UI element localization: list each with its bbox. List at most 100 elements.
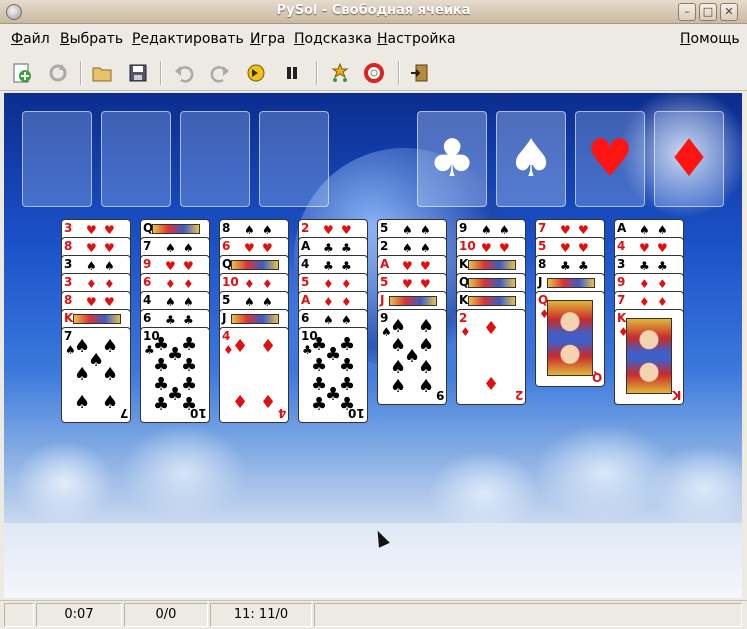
foundation-spades[interactable]: ♠: [496, 111, 566, 207]
quit-icon: [411, 64, 428, 82]
card-suit-icon: ♥: [86, 223, 97, 237]
card-suit-icon: ♣: [339, 334, 356, 355]
card-rank: 2: [459, 311, 468, 325]
card-rank: 6: [222, 239, 231, 253]
card-suit-icon: ♦: [341, 295, 352, 309]
free-cell[interactable]: [101, 111, 171, 207]
quit-button[interactable]: [408, 61, 432, 85]
menu-hint[interactable]: Подсказка: [294, 31, 372, 47]
playing-card[interactable]: 10 ♣ ♣ ♣ ♣ ♣ ♣ ♣ ♣ ♣ ♣ ♣ 10: [298, 327, 368, 423]
heart-suit-icon: ♥: [586, 129, 634, 189]
card-suit-icon: ♥: [104, 241, 115, 255]
card-suit-icon: ♦: [657, 295, 668, 309]
minimize-button[interactable]: –: [678, 3, 696, 21]
card-suit-icon: ♠: [481, 223, 492, 237]
free-cell[interactable]: [259, 111, 329, 207]
menu-select[interactable]: Выбрать: [60, 31, 123, 47]
card-suit-icon: ♦: [260, 336, 277, 357]
card-suit-icon: ♥: [262, 241, 273, 255]
menu-file[interactable]: Файл: [11, 31, 50, 47]
card-rank: 8: [64, 239, 73, 253]
free-cell[interactable]: [22, 111, 92, 207]
playing-card[interactable]: 7 ♠ ♠ ♠ ♠ ♠ ♠ ♠ ♠ 7: [61, 327, 131, 423]
card-suit-icon: ♣: [578, 259, 589, 273]
card-suit-icon: ♣: [639, 259, 650, 273]
autodrop-button[interactable]: [244, 61, 268, 85]
card-suit-icon: ♥: [402, 259, 413, 273]
redo-button[interactable]: [208, 61, 232, 85]
status-message: [314, 603, 742, 627]
face-card-art: [73, 314, 121, 324]
playing-card[interactable]: 4 ♦ ♦ ♦ ♦ ♦ 4: [219, 327, 289, 423]
open-button[interactable]: [90, 61, 114, 85]
card-suit-icon: ♦: [639, 295, 650, 309]
card-suit-icon: ♦: [483, 374, 500, 395]
close-button[interactable]: ✕: [720, 3, 738, 21]
restart-icon: [49, 64, 67, 82]
club-suit-icon: ♣: [428, 129, 476, 189]
card-suit-icon: ♣: [181, 374, 198, 395]
card-suit-icon: ♣: [153, 394, 170, 415]
card-suit-icon: ♠: [183, 295, 194, 309]
card-suit-icon: ♠: [244, 295, 255, 309]
card-rank: 4: [143, 293, 152, 307]
restart-button[interactable]: [46, 61, 70, 85]
card-rank: 6: [301, 311, 310, 325]
card-suit-icon: ♠: [165, 241, 176, 255]
menu-help[interactable]: Помощь: [680, 31, 740, 47]
card-suit-icon: ♥: [639, 241, 650, 255]
undo-button[interactable]: [172, 61, 196, 85]
card-suit-icon: ♦: [232, 392, 249, 413]
foundation-hearts[interactable]: ♥: [575, 111, 645, 207]
foundation-clubs[interactable]: ♣: [417, 111, 487, 207]
card-suit-icon: ♥: [420, 277, 431, 291]
card-suit-icon: ♠: [402, 241, 413, 255]
menu-edit[interactable]: Редактировать: [132, 31, 244, 47]
open-icon: [92, 67, 112, 82]
card-suit-icon: ♣: [311, 394, 328, 415]
playing-card[interactable]: 10 ♣ ♣ ♣ ♣ ♣ ♣ ♣ ♣ ♣ ♣ ♣ 10: [140, 327, 210, 423]
card-suit-icon: ♣: [323, 259, 334, 273]
card-rank: K: [64, 311, 74, 325]
card-rank: 10: [222, 275, 239, 289]
card-rank: J: [538, 275, 543, 289]
card-rank: 7: [538, 221, 547, 235]
card-suit-icon: ♣: [183, 313, 194, 327]
menu-options[interactable]: Настройка: [377, 31, 456, 47]
card-suit-icon: ♦: [657, 277, 668, 291]
card-rank: 7: [617, 293, 626, 307]
free-cell[interactable]: [180, 111, 250, 207]
card-rank: 4: [617, 239, 626, 253]
new-game-button[interactable]: [10, 61, 34, 85]
card-suit-icon: ♣: [339, 374, 356, 395]
maximize-button[interactable]: □: [699, 3, 717, 21]
playing-card[interactable]: 9 ♠ ♠ ♠ ♠ ♠ ♠ ♠ ♠ ♠ ♠ 9: [377, 309, 447, 405]
playing-card[interactable]: Q ♦ Q: [535, 291, 605, 387]
save-button[interactable]: [126, 61, 150, 85]
game-table[interactable]: ♣ ♠ ♥ ♦ 3 ♥ ♥ 8 ♥ ♥ 3 ♠ ♠ 3 ♦ ♦ 8 ♥ ♥ K 7 ♠ ♠ ♠ ♠ ♠ ♠ ♠ ♠ 7 Q 7 ♠ ♠ 9 ♥…: [4, 93, 742, 598]
status-bar: 0:07 0/0 11: 11/0: [0, 600, 747, 629]
card-suit-icon: ♠: [262, 295, 273, 309]
card-suit-icon: ♥: [560, 223, 571, 237]
card-suit-icon: ♠: [102, 392, 119, 413]
playing-card[interactable]: 2 ♦ ♦ ♦ 2: [456, 309, 526, 405]
menu-game[interactable]: Игра: [250, 31, 285, 47]
card-rank: 6: [143, 311, 152, 325]
undo-icon: [175, 66, 194, 83]
card-suit-icon: ♠: [341, 313, 352, 327]
card-rank: 5: [222, 293, 231, 307]
card-rank: 2: [301, 221, 310, 235]
face-card-art: [547, 278, 595, 288]
card-suit-icon: ♥: [86, 241, 97, 255]
foundation-diamonds[interactable]: ♦: [654, 111, 724, 207]
statistics-button[interactable]: [328, 61, 352, 85]
face-card-portrait: [626, 318, 672, 394]
diamond-suit-icon: ♦: [665, 129, 713, 189]
card-suit-icon: ♠: [418, 316, 435, 337]
card-suit-icon: ♥: [420, 259, 431, 273]
card-rank: 3: [64, 275, 73, 289]
pause-button[interactable]: [280, 61, 304, 85]
rules-button[interactable]: [362, 61, 386, 85]
face-card-art: [152, 224, 200, 234]
playing-card[interactable]: K ♦ K: [614, 309, 684, 405]
